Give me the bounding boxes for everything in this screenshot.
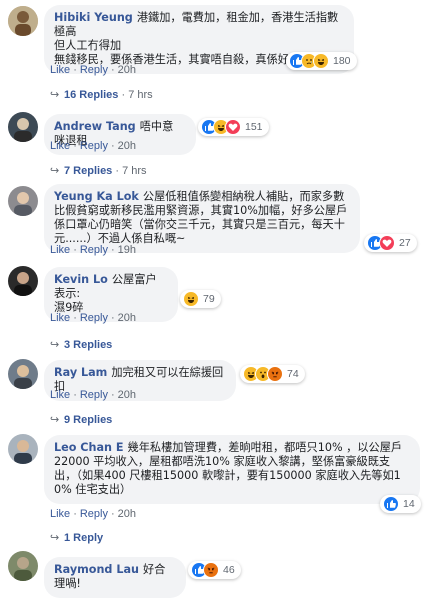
reply-button[interactable]: Reply <box>80 508 108 520</box>
laughing-face-icon <box>313 53 329 69</box>
reaction-count: 46 <box>223 564 235 576</box>
comment-author[interactable]: Hibiki Yeung <box>54 11 133 24</box>
avatar[interactable] <box>8 359 38 389</box>
reaction-count: 14 <box>403 498 415 510</box>
reply-arrow-icon: ↪ <box>50 414 60 426</box>
avatar[interactable] <box>8 551 38 581</box>
laughing-face-icon <box>183 291 199 307</box>
reaction-count: 74 <box>287 368 299 380</box>
timestamp[interactable]: 20h <box>118 508 136 520</box>
comment-author[interactable]: Ray Lam <box>54 366 107 379</box>
avatar[interactable] <box>8 266 38 296</box>
reaction-summary[interactable]: 151 <box>198 118 269 136</box>
comment-author[interactable]: Yeung Ka Lok <box>54 190 139 203</box>
comment-bubble: Leo Chan E 幾年私樓加管理費，差晌咁租，都唔只10% ，以公屋戶2200… <box>44 435 420 504</box>
like-button[interactable]: Like <box>50 140 70 152</box>
reply-button[interactable]: Reply <box>80 312 108 324</box>
like-button[interactable]: Like <box>50 508 70 520</box>
angry-face-icon <box>267 366 283 382</box>
comment-actions: Like · Reply · 20h <box>50 312 137 324</box>
reply-button[interactable]: Reply <box>80 64 108 76</box>
replies-time: 7 hrs <box>128 89 153 101</box>
comment-actions: Like · Reply · 19h <box>50 244 137 256</box>
reaction-summary[interactable]: 180 <box>286 52 357 70</box>
like-button[interactable]: Like <box>50 389 70 401</box>
reaction-summary[interactable]: 79 <box>180 290 221 308</box>
comment-actions: Like · Reply · 20h <box>50 508 137 520</box>
reaction-summary[interactable]: 46 <box>188 561 241 579</box>
comment-text: 但人工冇得加 <box>54 39 122 52</box>
reply-arrow-icon: ↪ <box>50 165 60 177</box>
view-replies-link[interactable]: ↪ 7 Replies · 7 hrs <box>50 164 147 177</box>
reaction-summary[interactable]: 27 <box>364 234 417 252</box>
comment-actions: Like · Reply · 20h <box>50 64 137 76</box>
view-replies-link[interactable]: ↪ 9 Replies <box>50 413 112 426</box>
reply-button[interactable]: Reply <box>80 244 108 256</box>
like-button[interactable]: Like <box>50 244 70 256</box>
avatar[interactable] <box>8 112 38 142</box>
reaction-count: 27 <box>399 237 411 249</box>
comment-bubble: Yeung Ka Lok 公屋低租值係變相納稅人補貼，而家多數比假貧窮或新移民濫用… <box>44 184 360 253</box>
thumbs-up-icon <box>383 496 399 512</box>
avatar[interactable] <box>8 186 38 216</box>
timestamp[interactable]: 20h <box>118 389 136 401</box>
like-button[interactable]: Like <box>50 312 70 324</box>
avatar[interactable] <box>8 6 38 36</box>
reaction-summary[interactable]: 14 <box>380 495 421 513</box>
heart-icon <box>225 119 241 135</box>
angry-face-icon <box>203 562 219 578</box>
heart-icon <box>379 235 395 251</box>
like-button[interactable]: Like <box>50 64 70 76</box>
comment-actions: Like · Reply · 20h <box>50 389 137 401</box>
reply-button[interactable]: Reply <box>80 140 108 152</box>
comment-bubble: Raymond Lau 好合理喎! <box>44 557 186 598</box>
reaction-count: 180 <box>333 55 351 67</box>
reply-arrow-icon: ↪ <box>50 339 60 351</box>
timestamp[interactable]: 20h <box>118 140 136 152</box>
reply-arrow-icon: ↪ <box>50 532 60 544</box>
timestamp[interactable]: 19h <box>118 244 136 256</box>
reaction-count: 151 <box>245 121 263 133</box>
reaction-count: 79 <box>203 293 215 305</box>
avatar[interactable] <box>8 434 38 464</box>
reply-arrow-icon: ↪ <box>50 89 60 101</box>
comment-actions: Like · Reply · 20h <box>50 140 137 152</box>
comment-author[interactable]: Leo Chan E <box>54 441 124 454</box>
timestamp[interactable]: 20h <box>118 312 136 324</box>
reaction-summary[interactable]: 74 <box>240 365 305 383</box>
reply-button[interactable]: Reply <box>80 389 108 401</box>
view-replies-link[interactable]: ↪ 16 Replies · 7 hrs <box>50 88 153 101</box>
view-replies-link[interactable]: ↪ 3 Replies <box>50 338 112 351</box>
comment-author[interactable]: Kevin Lo <box>54 273 108 286</box>
view-replies-link[interactable]: ↪ 1 Reply <box>50 531 103 544</box>
comment-author[interactable]: Raymond Lau <box>54 563 139 576</box>
replies-time: 7 hrs <box>122 165 147 177</box>
timestamp[interactable]: 20h <box>118 64 136 76</box>
comment-author[interactable]: Andrew Tang <box>54 120 136 133</box>
